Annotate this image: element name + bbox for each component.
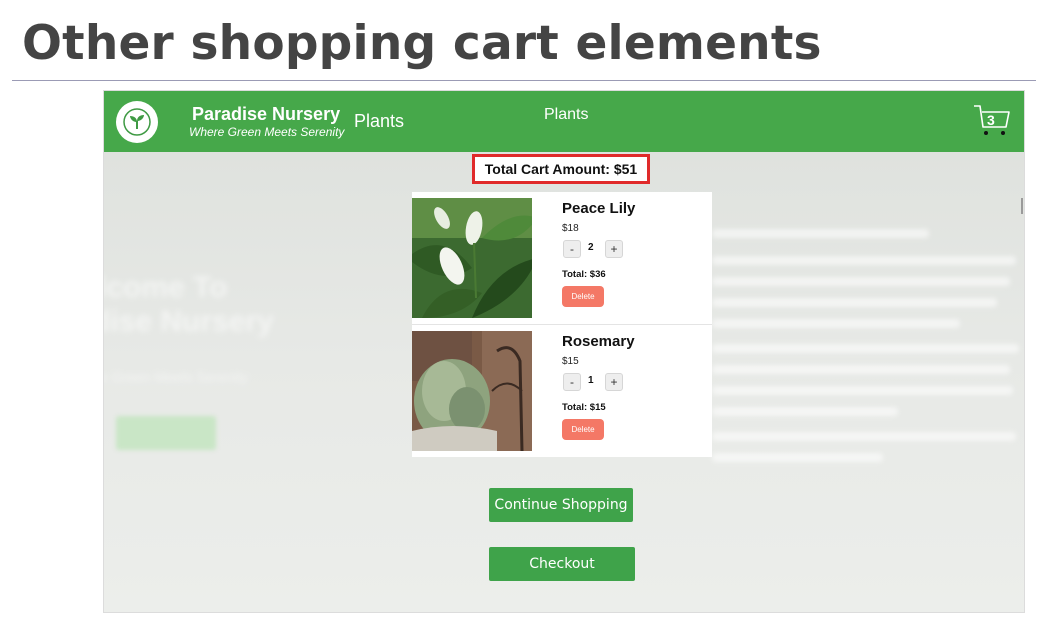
scrollbar-thumb[interactable]	[1021, 198, 1023, 214]
increment-button[interactable]: +	[605, 240, 623, 258]
cart-item: Rosemary $15 - 1 + Total: $15 Delete	[412, 325, 712, 457]
decrement-button[interactable]: -	[563, 373, 581, 391]
delete-button[interactable]: Delete	[562, 286, 604, 307]
increment-button[interactable]: +	[605, 373, 623, 391]
navbar: Paradise Nursery Where Green Meets Seren…	[104, 91, 1024, 152]
peace-lily-image	[412, 198, 532, 318]
item-name: Rosemary	[562, 333, 635, 350]
brand-tagline: Where Green Meets Serenity	[189, 125, 345, 139]
blurred-hero-subtitle: e Green Meets Serenity	[103, 369, 248, 385]
total-cart-amount: Total Cart Amount: $51	[472, 154, 650, 184]
quantity-value: 1	[588, 375, 594, 386]
nav-link-plants[interactable]: Plants	[354, 111, 404, 132]
nav-link-plants-center[interactable]: Plants	[544, 106, 588, 124]
item-total: Total: $36	[562, 269, 606, 280]
brand-name[interactable]: Paradise Nursery	[192, 104, 340, 125]
seedling-logo-icon[interactable]	[116, 101, 158, 143]
item-price: $15	[562, 356, 579, 367]
blurred-hero-button	[116, 416, 216, 450]
item-name: Peace Lily	[562, 200, 636, 217]
blurred-about-text	[712, 229, 1022, 474]
cart-item: Peace Lily $18 - 2 + Total: $36 Delete	[412, 192, 712, 325]
delete-button[interactable]: Delete	[562, 419, 604, 440]
blurred-hero-heading: dise Nursery	[103, 305, 274, 338]
slide-title: Other shopping cart elements	[22, 16, 822, 71]
title-divider	[12, 80, 1036, 81]
decrement-button[interactable]: -	[563, 240, 581, 258]
continue-shopping-button[interactable]: Continue Shopping	[489, 488, 633, 522]
item-price: $18	[562, 223, 579, 234]
quantity-value: 2	[588, 242, 594, 253]
app-screenshot: lcome To dise Nursery e Green Meets Sere…	[103, 90, 1025, 613]
cart-items-panel: Peace Lily $18 - 2 + Total: $36 Delete R…	[412, 192, 712, 457]
cart-count-badge: 3	[987, 112, 995, 128]
rosemary-image	[412, 331, 532, 451]
checkout-button[interactable]: Checkout	[489, 547, 635, 581]
item-total: Total: $15	[562, 402, 606, 413]
blurred-hero-heading: lcome To	[103, 271, 228, 304]
